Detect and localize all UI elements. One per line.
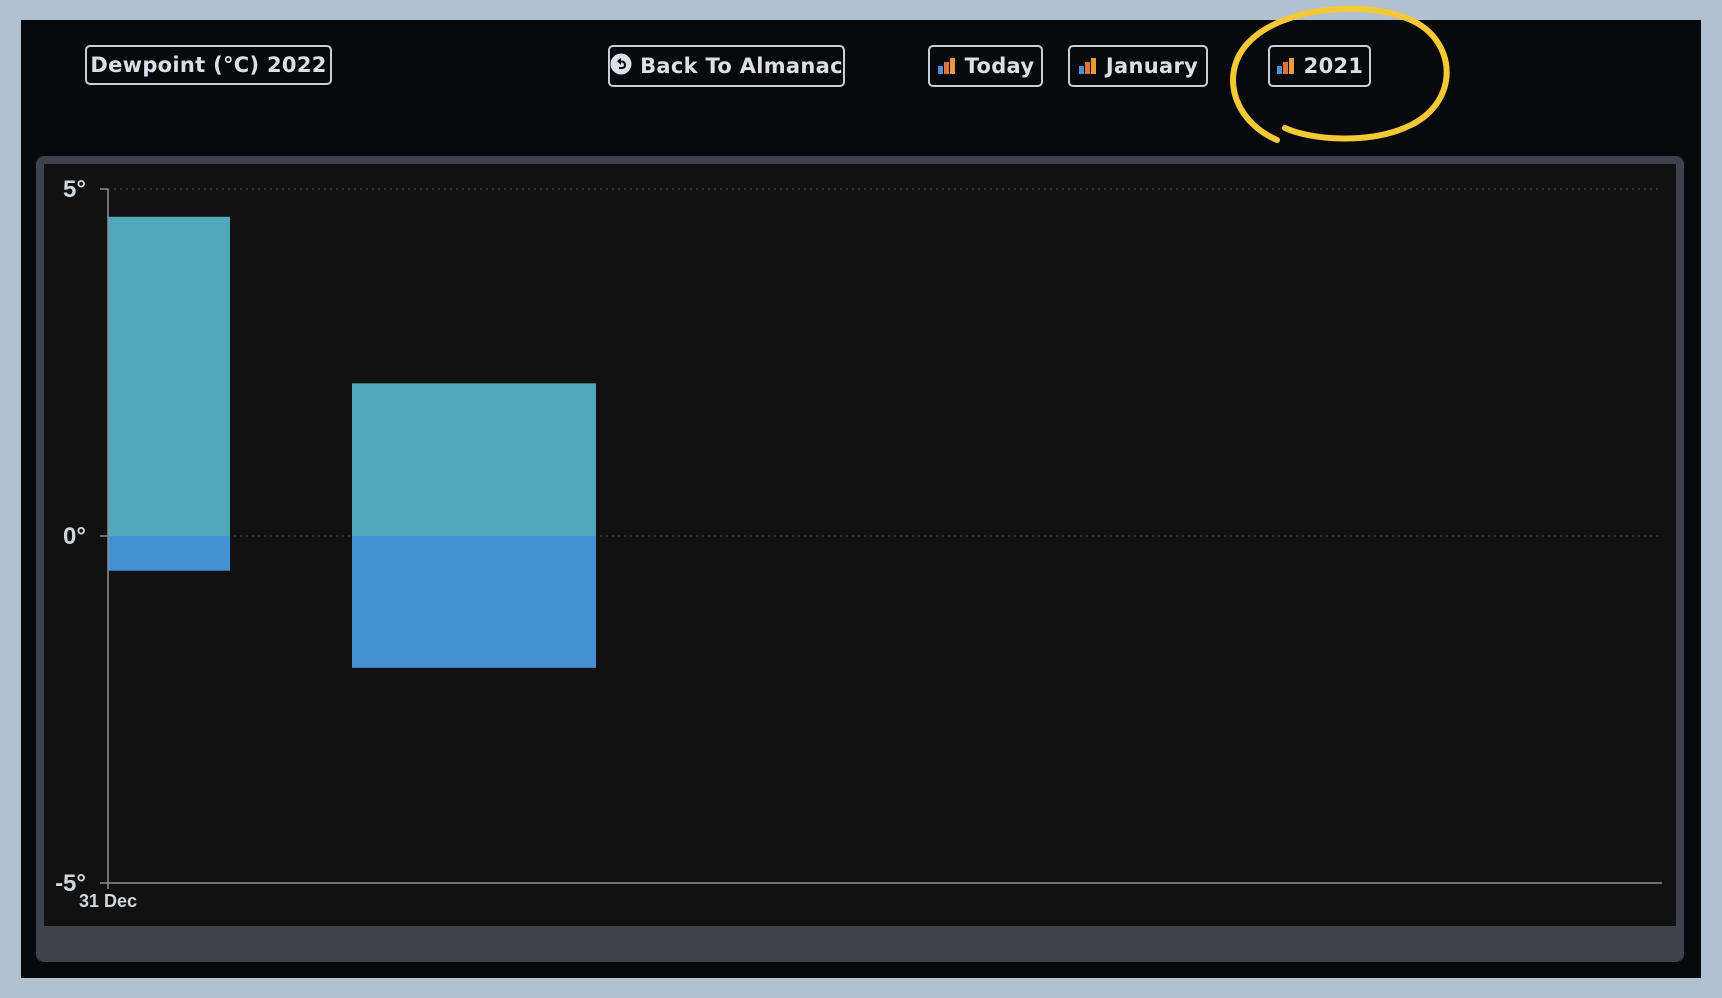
x-tick-label: 31 Dec	[79, 891, 137, 911]
plot-background	[44, 164, 1676, 926]
y-tick-label: 0°	[63, 523, 86, 550]
bar-negative	[108, 536, 230, 571]
bar-positive	[352, 383, 596, 536]
hand-drawn-circle-annotation	[1230, 5, 1450, 143]
back-to-almanac-label: Back To Almanac	[640, 54, 843, 78]
bar-positive	[108, 216, 230, 536]
bar-chart-icon	[937, 58, 957, 74]
app-window: Dewpoint (°C) 2022 Back To Almanac Today…	[21, 5, 1701, 978]
back-to-almanac-button[interactable]: Back To Almanac	[608, 45, 845, 87]
chart-title-text: Dewpoint (°C) 2022	[90, 53, 327, 77]
bar-negative	[352, 536, 596, 668]
bar-chart-icon	[1078, 58, 1098, 74]
month-button[interactable]: January	[1068, 45, 1208, 87]
today-button[interactable]: Today	[928, 45, 1043, 87]
month-label: January	[1105, 54, 1199, 78]
dewpoint-chart: 5°0°-5°31 Dec	[44, 164, 1676, 926]
chart-title-label: Dewpoint (°C) 2022	[85, 45, 332, 85]
today-label: Today	[964, 54, 1035, 78]
undo-icon	[610, 53, 632, 80]
y-tick-label: 5°	[63, 176, 86, 203]
chart-panel: 5° 0° -5° 31 Dec	[36, 156, 1684, 962]
